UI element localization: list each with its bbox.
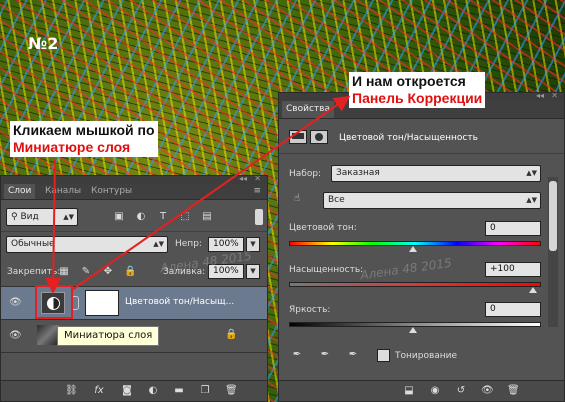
arrow-to-thumbnail — [45, 159, 62, 294]
arrow-to-properties — [71, 95, 351, 291]
annotation-arrows — [45, 95, 351, 294]
